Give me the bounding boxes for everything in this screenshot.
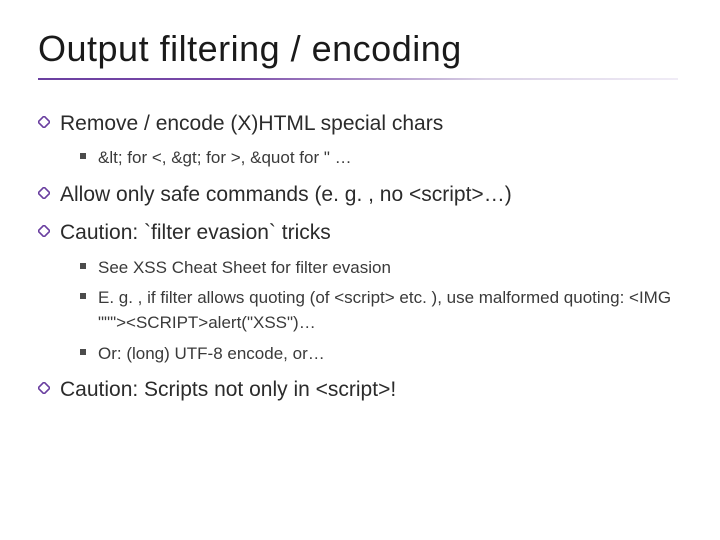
bullet-group-3: Caution: `filter evasion` tricks See XSS… <box>38 219 682 366</box>
bullet-level1: Allow only safe commands (e. g. , no <sc… <box>38 181 682 209</box>
bullet-level2: See XSS Cheat Sheet for filter evasion <box>38 256 682 281</box>
bullet-level1: Caution: `filter evasion` tricks <box>38 219 682 247</box>
diamond-bullet-icon <box>38 187 50 199</box>
bullet-text: Remove / encode (X)HTML special chars <box>60 112 443 135</box>
square-bullet-icon <box>80 293 86 299</box>
bullet-level1: Remove / encode (X)HTML special chars <box>38 110 682 138</box>
bullet-level1: Caution: Scripts not only in <script>! <box>38 376 682 404</box>
bullet-group-4: Caution: Scripts not only in <script>! <box>38 376 682 404</box>
slide-title: Output filtering / encoding <box>38 28 682 70</box>
diamond-bullet-icon <box>38 225 50 237</box>
bullet-level2: E. g. , if filter allows quoting (of <sc… <box>38 286 682 335</box>
title-underline <box>38 78 678 80</box>
bullet-text: Caution: `filter evasion` tricks <box>60 221 331 244</box>
bullet-text: E. g. , if filter allows quoting (of <sc… <box>98 288 671 332</box>
diamond-bullet-icon <box>38 382 50 394</box>
square-bullet-icon <box>80 153 86 159</box>
diamond-bullet-icon <box>38 116 50 128</box>
bullet-text: Allow only safe commands (e. g. , no <sc… <box>60 183 512 206</box>
slide: Output filtering / encoding Remove / enc… <box>0 0 720 540</box>
bullet-level2: &lt; for <, &gt; for >, &quot for " … <box>38 146 682 171</box>
bullet-text: Or: (long) UTF-8 encode, or… <box>98 344 325 363</box>
bullet-group-2: Allow only safe commands (e. g. , no <sc… <box>38 181 682 209</box>
bullet-text: &lt; for <, &gt; for >, &quot for " … <box>98 148 352 167</box>
bullet-level2: Or: (long) UTF-8 encode, or… <box>38 342 682 367</box>
bullet-text: Caution: Scripts not only in <script>! <box>60 378 396 401</box>
square-bullet-icon <box>80 349 86 355</box>
slide-content: Remove / encode (X)HTML special chars &l… <box>38 110 682 405</box>
bullet-text: See XSS Cheat Sheet for filter evasion <box>98 258 391 277</box>
square-bullet-icon <box>80 263 86 269</box>
bullet-group-1: Remove / encode (X)HTML special chars &l… <box>38 110 682 171</box>
